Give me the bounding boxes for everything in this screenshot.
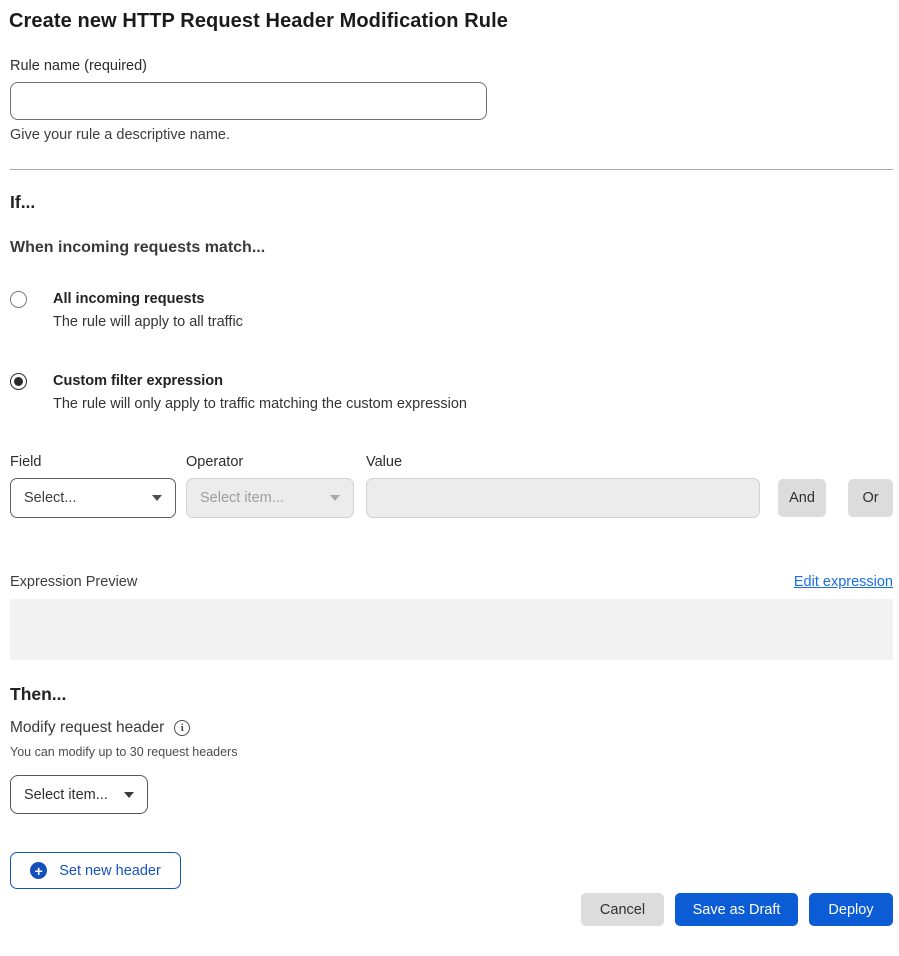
then-section-heading: Then... xyxy=(10,684,893,705)
expression-preview-label: Expression Preview xyxy=(10,574,137,590)
rule-name-helper: Give your rule a descriptive name. xyxy=(10,127,893,143)
rule-name-label: Rule name (required) xyxy=(10,58,893,74)
or-button[interactable]: Or xyxy=(848,479,893,517)
plus-icon: + xyxy=(30,862,47,879)
field-select-value: Select... xyxy=(24,490,76,506)
modify-request-header-label: Modify request header xyxy=(10,719,164,737)
operator-select-value: Select item... xyxy=(200,490,284,506)
page-title: Create new HTTP Request Header Modificat… xyxy=(9,8,893,34)
cancel-button[interactable]: Cancel xyxy=(581,893,664,926)
edit-expression-link[interactable]: Edit expression xyxy=(794,574,893,590)
footer-actions: Cancel Save as Draft Deploy xyxy=(10,893,893,926)
and-button[interactable]: And xyxy=(778,479,826,517)
expression-preview-box xyxy=(10,599,893,660)
match-subheading: When incoming requests match... xyxy=(10,239,893,257)
radio-option-description: The rule will only apply to traffic matc… xyxy=(53,395,467,414)
header-item-select[interactable]: Select item... xyxy=(10,775,148,814)
radio-option-label: All incoming requests xyxy=(53,290,243,309)
expression-preview-header: Expression Preview Edit expression xyxy=(10,574,893,590)
radio-option-all-incoming-requests[interactable]: All incoming requests The rule will appl… xyxy=(10,290,893,332)
radio-option-custom-filter-expression[interactable]: Custom filter expression The rule will o… xyxy=(10,372,893,414)
modify-request-header-row: Modify request header i xyxy=(10,719,893,737)
info-icon[interactable]: i xyxy=(174,720,190,736)
radio-option-description: The rule will apply to all traffic xyxy=(53,313,243,332)
if-section-heading: If... xyxy=(10,192,893,213)
value-input[interactable] xyxy=(366,478,760,518)
set-new-header-button[interactable]: + Set new header xyxy=(10,852,181,889)
operator-select[interactable]: Select item... xyxy=(186,478,354,518)
set-new-header-label: Set new header xyxy=(59,863,161,879)
radio-unselected-icon[interactable] xyxy=(10,291,27,308)
operator-label: Operator xyxy=(186,454,354,470)
section-divider xyxy=(10,169,893,170)
chevron-down-icon xyxy=(152,495,162,501)
chevron-down-icon xyxy=(330,495,340,501)
save-as-draft-button[interactable]: Save as Draft xyxy=(675,893,798,926)
rule-name-input[interactable] xyxy=(10,82,487,120)
field-label: Field xyxy=(10,454,176,470)
create-rule-form: Create new HTTP Request Header Modificat… xyxy=(0,0,899,926)
chevron-down-icon xyxy=(124,792,134,798)
radio-selected-icon[interactable] xyxy=(10,373,27,390)
deploy-button[interactable]: Deploy xyxy=(809,893,893,926)
expression-builder-row: Field Select... Operator Select item... … xyxy=(10,454,893,518)
field-select[interactable]: Select... xyxy=(10,478,176,518)
modify-header-helper: You can modify up to 30 request headers xyxy=(10,745,893,759)
value-label: Value xyxy=(366,454,760,470)
header-item-select-value: Select item... xyxy=(24,787,108,803)
radio-option-label: Custom filter expression xyxy=(53,372,467,391)
